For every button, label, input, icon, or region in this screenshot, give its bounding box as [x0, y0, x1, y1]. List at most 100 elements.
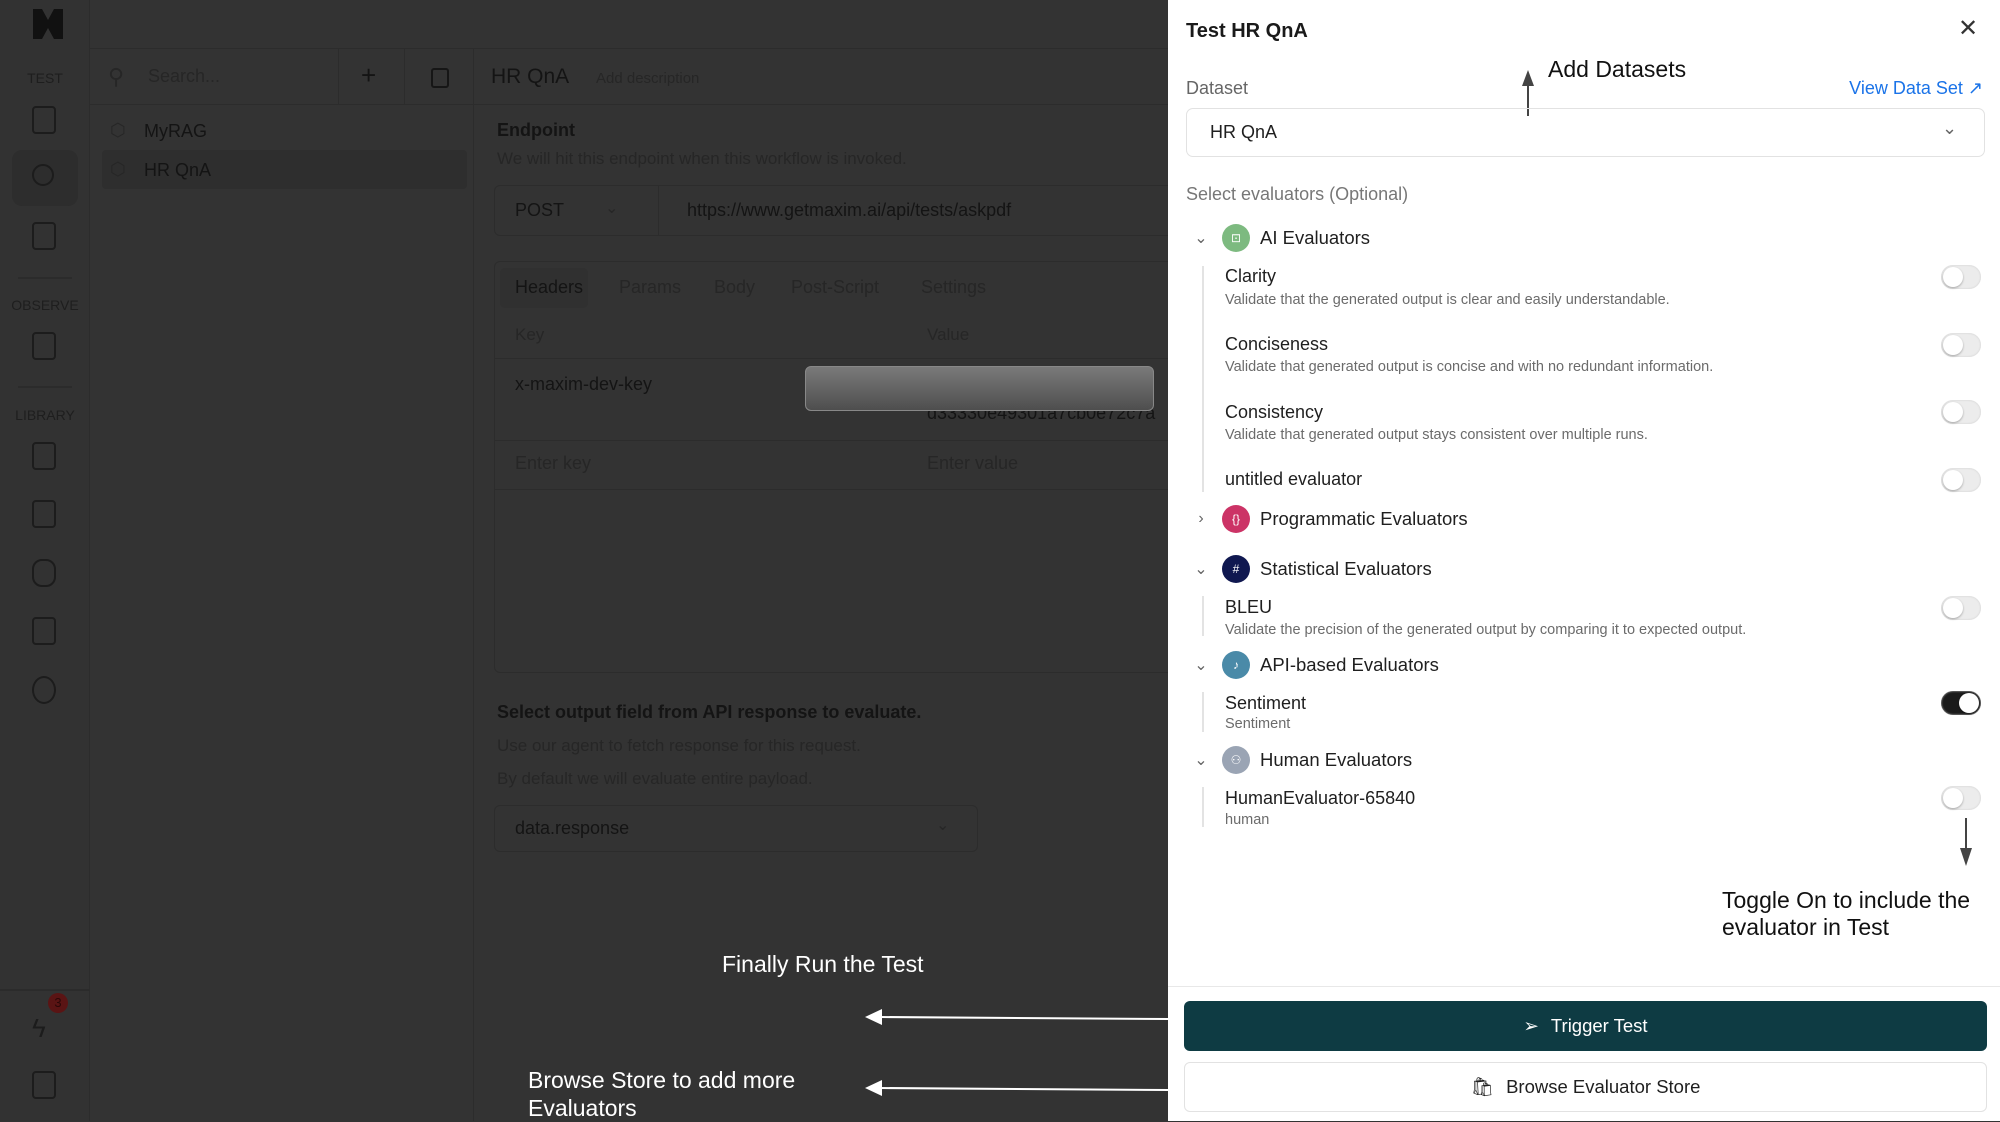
- output-title: Select output field from API response to…: [497, 702, 922, 722]
- evaluator-desc: Validate that the generated output is cl…: [1225, 292, 1670, 308]
- key-input[interactable]: Enter key: [515, 453, 591, 474]
- method-select[interactable]: POST: [515, 200, 564, 221]
- page-title: HR QnA: [491, 65, 570, 88]
- tab-post-script[interactable]: Post-Script: [791, 277, 879, 298]
- chevron-down-icon: ⌄: [1942, 118, 1958, 138]
- column-header-value: Value: [927, 325, 970, 344]
- tab-settings[interactable]: Settings: [921, 277, 986, 298]
- evaluator-name: Sentiment: [1225, 693, 1307, 713]
- close-icon[interactable]: ✕: [1958, 14, 1978, 43]
- evaluator-desc: Validate that generated output is concis…: [1225, 359, 1714, 375]
- chevron-down-icon: ⌄: [936, 817, 950, 834]
- logs-icon[interactable]: [32, 332, 56, 360]
- add-workflow-button[interactable]: +: [361, 60, 376, 91]
- braces-icon: {}: [1222, 505, 1250, 533]
- panel-title: Test HR QnA: [1186, 20, 1308, 42]
- output-field-value: data.response: [515, 818, 630, 838]
- toggle-sentiment[interactable]: [1941, 691, 1981, 715]
- search-icon: ⚲: [108, 64, 125, 89]
- toggle-clarity[interactable]: [1941, 265, 1981, 289]
- tab-body[interactable]: Body: [714, 277, 755, 298]
- url-input[interactable]: https://www.getmaxim.ai/api/tests/askpdf: [687, 200, 1011, 221]
- dataset-select[interactable]: [1186, 108, 1985, 157]
- docs-icon[interactable]: [32, 1071, 56, 1099]
- group-statistical-evaluators[interactable]: ⌄ # Statistical Evaluators: [1190, 554, 1432, 584]
- annotation-arrows: [865, 1009, 1169, 1096]
- rail-section-test: TEST: [27, 70, 63, 86]
- tab-params[interactable]: Params: [619, 277, 681, 298]
- toggle-bleu[interactable]: [1941, 596, 1981, 620]
- toggle-consistency[interactable]: [1941, 400, 1981, 424]
- evaluators-icon[interactable]: [32, 442, 56, 470]
- collapse-sidebar-icon[interactable]: [431, 68, 449, 88]
- group-api-evaluators[interactable]: ⌄ ♪ API-based Evaluators: [1190, 650, 1439, 680]
- browse-store-label: Browse Evaluator Store: [1506, 1076, 1701, 1097]
- robot-icon: ⊡: [1222, 224, 1250, 252]
- evaluator-name: Consistency: [1225, 402, 1324, 422]
- function-icon[interactable]: [32, 617, 56, 645]
- shopping-bag-icon: 🛍: [1470, 1076, 1495, 1097]
- evaluator-desc: Validate that generated output stays con…: [1225, 427, 1648, 443]
- top-bar: [0, 0, 1168, 49]
- evaluator-name: Conciseness: [1225, 334, 1329, 354]
- chevron-down-icon: ⌄: [1194, 230, 1208, 247]
- add-description-link[interactable]: Add description: [596, 70, 699, 87]
- group-human-evaluators[interactable]: ⌄ ⚇ Human Evaluators: [1190, 745, 1412, 775]
- group-programmatic-evaluators[interactable]: › {} Programmatic Evaluators: [1190, 504, 1468, 534]
- annotation-browse-store: Evaluators: [528, 1095, 637, 1121]
- view-dataset-link[interactable]: View Data Set ↗: [1849, 78, 1983, 99]
- evaluators-label: Select evaluators (Optional): [1186, 184, 1409, 204]
- rail-section-library: LIBRARY: [15, 407, 75, 423]
- terminal-icon[interactable]: [32, 106, 56, 134]
- annotation-browse-store: Browse Store to add more: [528, 1067, 796, 1093]
- search-input[interactable]: Search...: [148, 66, 220, 87]
- person-icon: ⚇: [1222, 746, 1250, 774]
- annotation-add-datasets: Add Datasets: [1548, 56, 1687, 82]
- workflow-sidebar: [90, 49, 474, 1121]
- chevron-down-icon: ⌄: [605, 200, 619, 217]
- evaluator-desc: human: [1225, 812, 1270, 828]
- maxim-logo-icon: [33, 9, 63, 39]
- settings-icon[interactable]: [32, 676, 56, 704]
- annotation-toggle: Toggle On to include the: [1722, 887, 1971, 913]
- table-icon[interactable]: [32, 500, 56, 528]
- browse-evaluator-store-button[interactable]: 🛍 Browse Evaluator Store: [1184, 1062, 1987, 1112]
- toggle-human-evaluator[interactable]: [1941, 786, 1981, 810]
- chevron-down-icon: ⌄: [1194, 752, 1208, 769]
- output-hint: Use our agent to fetch response for this…: [497, 736, 861, 755]
- group-label: API-based Evaluators: [1260, 654, 1439, 675]
- database-icon[interactable]: [32, 559, 56, 587]
- activity-icon[interactable]: [32, 222, 56, 250]
- group-label: Statistical Evaluators: [1260, 558, 1432, 579]
- trigger-test-button[interactable]: ➢ Trigger Test: [1184, 1001, 1987, 1051]
- dataset-label: Dataset: [1186, 78, 1249, 98]
- notification-badge: 3: [48, 993, 68, 1013]
- endpoint-title: Endpoint: [497, 120, 575, 140]
- group-ai-evaluators[interactable]: ⌄ ⊡ AI Evaluators: [1190, 223, 1370, 253]
- evaluator-desc: Validate the precision of the generated …: [1225, 622, 1747, 638]
- redacted-value: [805, 366, 1154, 411]
- cube-icon: ⬡: [110, 159, 126, 179]
- send-icon: ➢: [1523, 1015, 1539, 1036]
- sidebar-item-myrag[interactable]: MyRAG: [144, 121, 207, 142]
- request-config: [494, 261, 1184, 673]
- bolt-icon[interactable]: ϟ: [32, 1013, 46, 1044]
- toggle-conciseness[interactable]: [1941, 333, 1981, 357]
- trigger-test-label: Trigger Test: [1550, 1015, 1648, 1036]
- toggle-untitled-evaluator[interactable]: [1941, 468, 1981, 492]
- chevron-right-icon: ›: [1198, 510, 1204, 527]
- workflow-icon: [32, 164, 54, 186]
- header-key-cell[interactable]: x-maxim-dev-key: [515, 374, 652, 395]
- group-label: Human Evaluators: [1260, 749, 1413, 770]
- group-label: AI Evaluators: [1260, 227, 1371, 248]
- evaluator-name: untitled evaluator: [1225, 469, 1363, 489]
- value-input[interactable]: Enter value: [927, 453, 1018, 474]
- endpoint-subtitle: We will hit this endpoint when this work…: [497, 149, 907, 168]
- chevron-down-icon: ⌄: [1194, 561, 1208, 578]
- evaluator-name: Clarity: [1225, 266, 1277, 286]
- tab-headers[interactable]: Headers: [515, 277, 583, 298]
- hash-icon: #: [1222, 555, 1250, 583]
- cube-icon: ⬡: [110, 120, 126, 140]
- api-icon: ♪: [1222, 651, 1250, 679]
- annotation-toggle: evaluator in Test: [1722, 914, 1890, 940]
